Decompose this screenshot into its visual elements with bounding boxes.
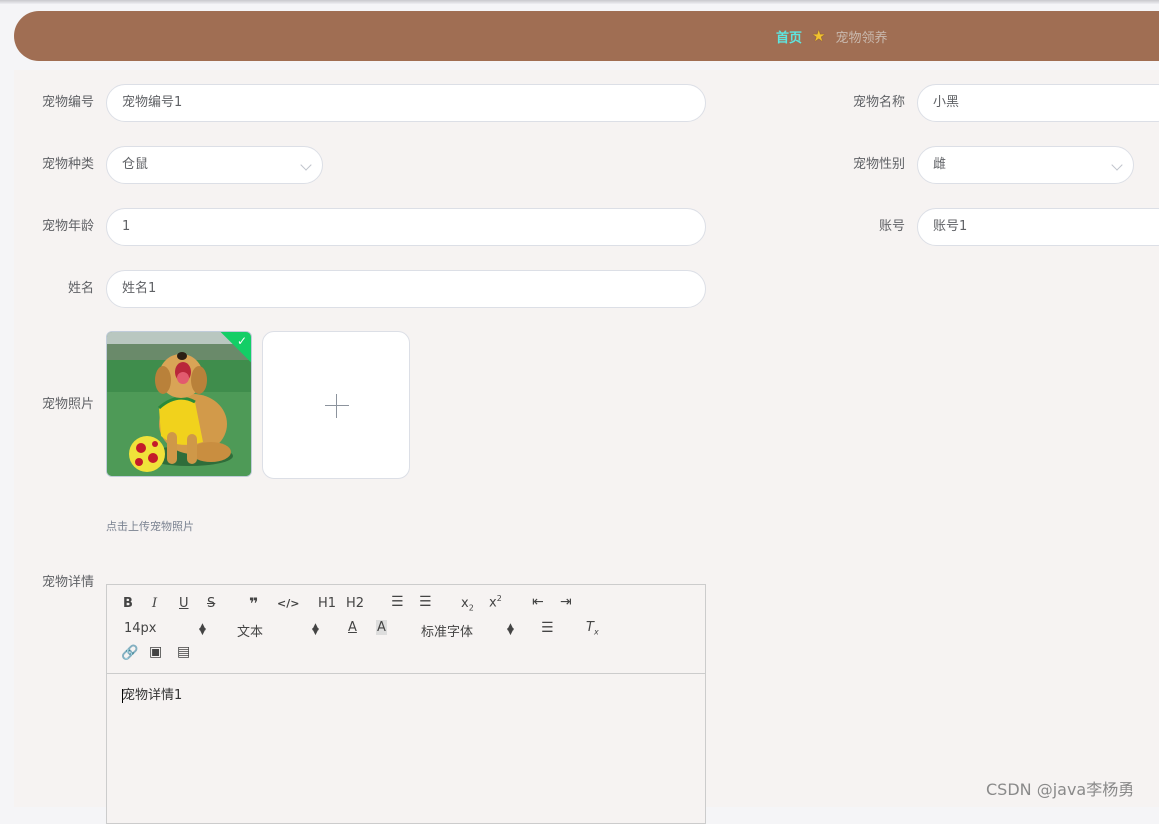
indent-icon[interactable]: ⇥ <box>560 594 572 610</box>
pet-age-input[interactable]: 1 <box>106 208 706 246</box>
breadcrumb-home[interactable]: 首页 <box>776 27 802 46</box>
name-label: 姓名 <box>67 281 94 296</box>
editor-content[interactable]: 宠物详情1 <box>107 674 705 713</box>
code-block-icon[interactable]: </> <box>277 597 299 610</box>
detail-text: 宠物详情1 <box>122 688 183 703</box>
detail-label: 宠物详情 <box>41 575 94 590</box>
subscript-icon[interactable]: x2 <box>461 596 474 613</box>
pet-no-input[interactable]: 宠物编号1 <box>106 84 706 122</box>
align-left-icon[interactable]: ☰ <box>541 620 554 636</box>
h1-icon[interactable]: H1 <box>318 596 336 611</box>
account-input[interactable]: 账号1 <box>917 208 1159 246</box>
plus-icon <box>325 405 349 406</box>
breadcrumb-current: 宠物领养 <box>835 30 888 46</box>
font-color-icon[interactable]: A <box>348 620 357 635</box>
chevron-down-icon <box>1111 159 1123 171</box>
bullet-list-icon[interactable]: ☰ <box>419 594 432 610</box>
window-top-edge <box>0 0 1159 4</box>
image-icon[interactable]: ▣ <box>149 644 162 660</box>
check-icon: ✓ <box>236 334 247 348</box>
pet-type-select[interactable]: 仓鼠 <box>106 146 323 184</box>
pet-name-label: 宠物名称 <box>852 95 905 110</box>
superscript-icon[interactable]: x2 <box>489 594 502 610</box>
top-header: 首页 ★ 宠物领养 <box>14 11 1159 61</box>
pet-name-input[interactable]: 小黑 <box>917 84 1159 122</box>
account-label: 账号 <box>878 219 905 234</box>
name-input[interactable]: 姓名1 <box>106 270 706 308</box>
underline-icon[interactable]: U <box>179 596 189 611</box>
star-icon: ★ <box>812 27 826 45</box>
rich-text-editor: B I U S ❞ </> H1 H2 ☰ ☰ x2 x2 ⇤ ⇥ 14px ▲… <box>106 584 706 824</box>
clear-format-icon[interactable]: Tx <box>586 620 599 637</box>
dog-photo <box>107 332 251 476</box>
upload-add-button[interactable] <box>262 331 410 479</box>
pet-photo-thumbnail[interactable]: ✓ <box>106 331 252 477</box>
form-panel: 宠物编号 宠物编号1 宠物名称 小黑 宠物种类 仓鼠 宠物性别 雌 宠物年龄 1… <box>14 70 1159 824</box>
watermark: CSDN @java李杨勇 <box>986 780 1135 799</box>
pet-gender-label: 宠物性别 <box>852 157 905 172</box>
bold-icon[interactable]: B <box>123 596 133 611</box>
updown-icon: ▲ ▼ <box>507 622 514 637</box>
pet-gender-select[interactable]: 雌 <box>917 146 1134 184</box>
link-icon[interactable]: 🔗 <box>121 645 138 661</box>
ordered-list-icon[interactable]: ☰ <box>391 594 404 610</box>
font-family-select[interactable]: 标准字体 <box>421 621 473 640</box>
italic-icon[interactable]: I <box>152 596 157 611</box>
photo-label: 宠物照片 <box>41 397 94 412</box>
background-color-icon[interactable]: A <box>376 620 387 635</box>
outdent-icon[interactable]: ⇤ <box>532 594 544 610</box>
header-select[interactable]: 文本 <box>237 621 263 640</box>
upload-tip: 点击上传宠物照片 <box>106 520 194 533</box>
breadcrumb: 首页 ★ 宠物领养 <box>776 11 887 61</box>
plus-icon-vertical <box>336 394 337 418</box>
blockquote-icon[interactable]: ❞ <box>249 594 258 613</box>
pet-type-label: 宠物种类 <box>41 157 94 172</box>
pet-age-label: 宠物年龄 <box>41 219 94 234</box>
h2-icon[interactable]: H2 <box>346 596 364 611</box>
editor-toolbar: B I U S ❞ </> H1 H2 ☰ ☰ x2 x2 ⇤ ⇥ 14px ▲… <box>107 585 705 674</box>
pet-gender-value: 雌 <box>933 157 947 172</box>
strike-icon[interactable]: S <box>207 596 215 611</box>
font-size-select[interactable]: 14px <box>124 621 157 636</box>
chevron-down-icon <box>300 159 312 171</box>
pet-no-label: 宠物编号 <box>41 95 94 110</box>
pet-type-value: 仓鼠 <box>122 157 149 172</box>
video-icon[interactable]: ▤ <box>177 644 190 660</box>
updown-icon: ▲ ▼ <box>199 622 206 637</box>
updown-icon: ▲ ▼ <box>312 622 319 637</box>
